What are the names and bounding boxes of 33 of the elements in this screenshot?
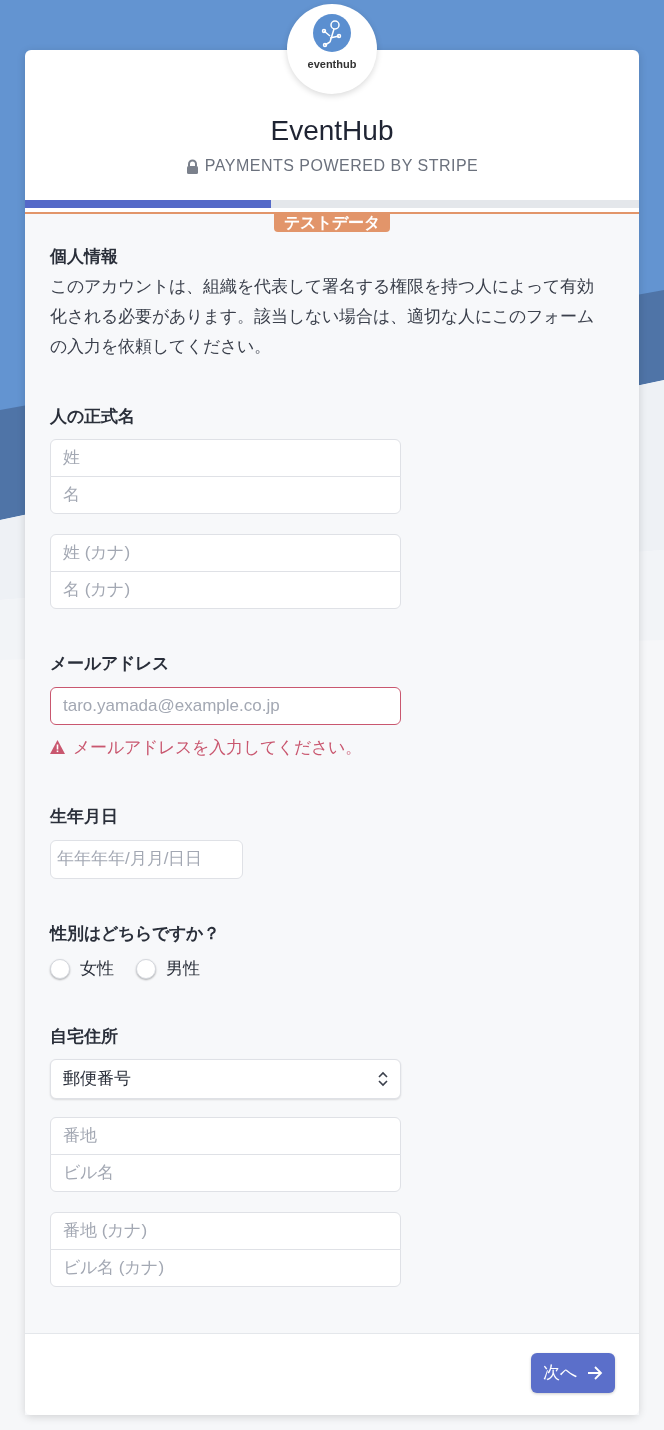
- subtitle: PAYMENTS POWERED BY STRIPE: [204, 156, 479, 176]
- field-label: メールアドレス: [50, 653, 170, 675]
- email-field[interactable]: taro.yamada@example.co.jp: [50, 686, 401, 725]
- radio-label: 女性: [80, 958, 114, 980]
- input-field[interactable]: ビル名: [50, 1154, 401, 1192]
- select-field[interactable]: 郵便番号: [50, 1059, 401, 1099]
- arrow-right-icon: [587, 1366, 603, 1380]
- logo-text: eventhub: [307, 57, 357, 72]
- input-field[interactable]: 番地 (カナ): [50, 1212, 401, 1250]
- radio-label: 男性: [166, 958, 200, 980]
- field-label: 自宅住所: [50, 1025, 119, 1048]
- field-label: 生年月日: [50, 806, 119, 828]
- input-field[interactable]: ビル名 (カナ): [50, 1249, 401, 1287]
- input-field[interactable]: 名: [50, 476, 401, 514]
- radio-button[interactable]: [50, 958, 70, 979]
- error-message: メールアドレスを入力してください。: [73, 736, 362, 759]
- chevron-up-down-icon: [378, 1071, 388, 1087]
- radio-button[interactable]: [136, 958, 156, 979]
- section-description: このアカウントは、組織を代表して署名する権限を持つ人によって有効化される必要があります。該当しない場合は、適切な人にこのフォームの入力を依頼してください。: [50, 275, 595, 358]
- input-field[interactable]: 名 (カナ): [50, 571, 401, 609]
- input-field[interactable]: 姓: [50, 439, 401, 477]
- field-label: 性別はどちらですか？: [50, 922, 221, 945]
- section-title: 個人情報: [50, 246, 119, 268]
- warning-icon: [50, 740, 65, 755]
- input-field[interactable]: 姓 (カナ): [50, 534, 401, 572]
- test-data-badge: テストデータ: [274, 214, 390, 232]
- field-label: 人の正式名: [50, 405, 136, 428]
- app-title: EventHub: [270, 114, 394, 148]
- lock-icon: [185, 158, 199, 174]
- network-icon: [313, 14, 351, 52]
- date-field[interactable]: 年年年年/月月/日日: [50, 839, 243, 879]
- next-button[interactable]: 次へ: [531, 1353, 615, 1393]
- input-field[interactable]: 番地: [50, 1117, 401, 1155]
